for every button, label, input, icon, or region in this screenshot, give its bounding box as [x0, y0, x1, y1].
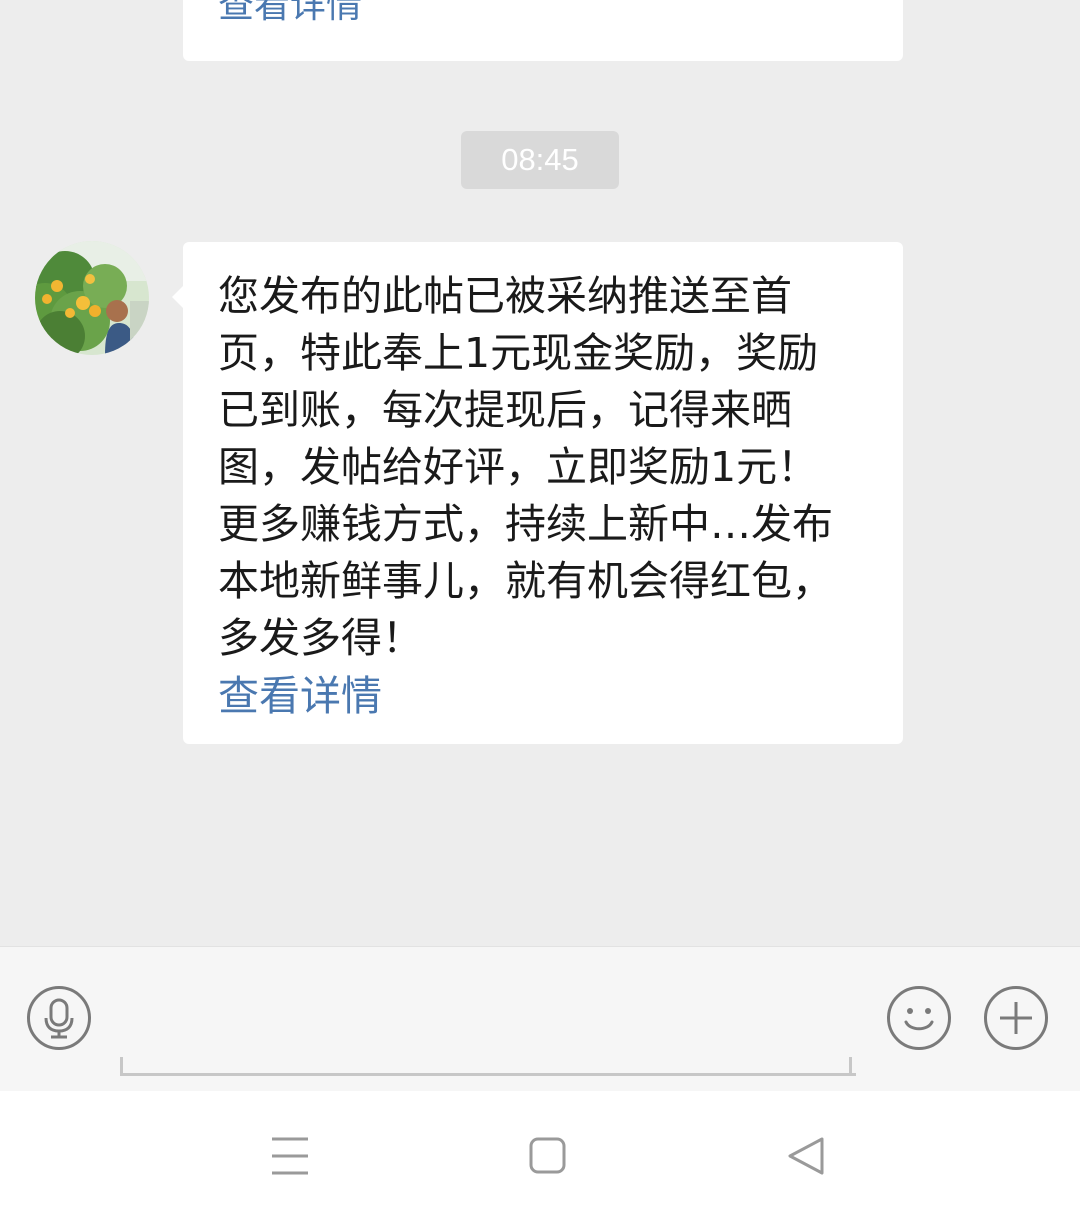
more-options-button[interactable]	[984, 986, 1048, 1050]
voice-input-button[interactable]	[27, 986, 91, 1050]
previous-message-bubble: 查看详情	[183, 0, 903, 61]
message-bubble[interactable]: 您发布的此帖已被采纳推送至首页，特此奉上1元现金奖励，奖励已到账，每次提现后，记…	[172, 242, 903, 744]
home-square-icon	[529, 1137, 566, 1174]
microphone-icon	[44, 998, 74, 1039]
nav-menu-button[interactable]	[230, 1091, 350, 1206]
nav-home-button[interactable]	[488, 1091, 608, 1206]
avatar-photo	[35, 241, 149, 355]
sender-avatar[interactable]	[35, 241, 149, 355]
message-details-link[interactable]: 查看详情	[218, 668, 382, 725]
system-navigation-bar	[0, 1091, 1080, 1206]
menu-icon	[272, 1137, 308, 1175]
message-text: 您发布的此帖已被采纳推送至首页，特此奉上1元现金奖励，奖励已到账，每次提现后，记…	[218, 272, 833, 662]
input-underline-left-tick	[120, 1057, 123, 1073]
previous-message-details-link[interactable]: 查看详情	[218, 0, 362, 32]
message-timestamp: 08:45	[461, 131, 619, 189]
message-input[interactable]	[120, 967, 856, 1076]
plus-icon	[1000, 1002, 1032, 1034]
chat-input-bar	[0, 946, 1080, 1092]
chat-screen: 查看详情 08:45 您发布的此帖已被采纳推送至首页，特此奉上1元现金奖励，奖励…	[0, 0, 1080, 1206]
emoji-button[interactable]	[887, 986, 951, 1050]
input-underline-right-tick	[849, 1057, 852, 1073]
smiley-icon	[904, 1008, 934, 1031]
back-triangle-icon	[788, 1137, 824, 1175]
nav-back-button[interactable]	[746, 1091, 866, 1206]
